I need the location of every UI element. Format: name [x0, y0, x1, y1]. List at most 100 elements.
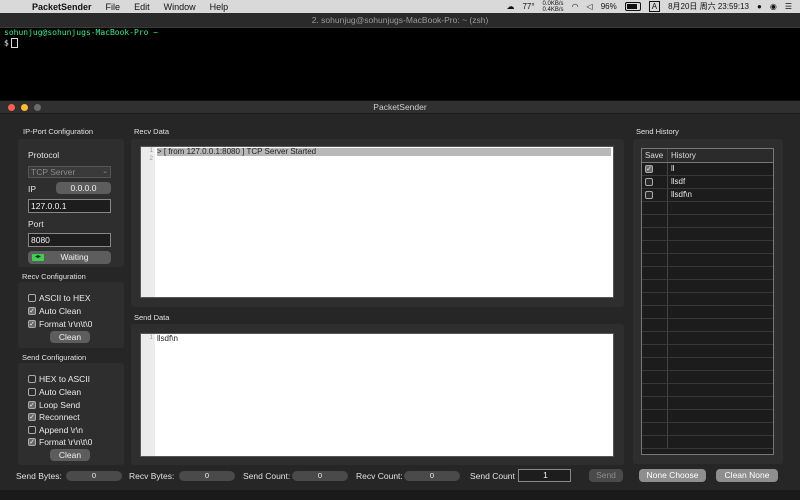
waiting-status-button[interactable]: ◂▸ Waiting	[28, 251, 111, 264]
table-row[interactable]: ✓ ll	[642, 163, 773, 176]
recv-bytes-label: Recv Bytes:	[129, 471, 175, 481]
recv-data-line: > [ from 127.0.0.1:8080 ] TCP Server Sta…	[157, 148, 611, 156]
protocol-select[interactable]: TCP Server ⌄	[28, 166, 111, 178]
notification-center-icon[interactable]: ☰	[785, 2, 792, 11]
battery-icon[interactable]	[624, 2, 641, 11]
ascii-to-hex-checkbox[interactable]: ASCII to HEX	[28, 293, 91, 303]
desktop-strip	[0, 490, 800, 500]
send-history-table[interactable]: Save History ✓ ll llsdf llsdf\n	[641, 148, 774, 455]
window-titlebar[interactable]: PacketSender	[0, 101, 800, 114]
empty-row	[642, 423, 773, 436]
weather-icon[interactable]: ☁	[506, 2, 514, 11]
volume-icon[interactable]: ◁	[587, 2, 593, 11]
checkbox-indicator	[28, 294, 36, 302]
recv-bytes-counter: 0	[179, 471, 235, 481]
empty-row	[642, 293, 773, 306]
port-label: Port	[28, 219, 44, 229]
hex-to-ascii-checkbox[interactable]: HEX to ASCII	[28, 374, 90, 384]
ip-select-button[interactable]: 0.0.0.0	[56, 182, 111, 194]
history-text: llsdf\n	[671, 190, 692, 199]
loop-count-input[interactable]: 1	[518, 469, 571, 482]
clock[interactable]: 8月20日 周六 23:59:13	[668, 1, 749, 12]
empty-row	[642, 345, 773, 358]
recv-count-label: Recv Count:	[356, 471, 403, 481]
recv-auto-clean-checkbox[interactable]: ✓ Auto Clean	[28, 306, 81, 316]
menu-app-name[interactable]: PacketSender	[32, 2, 92, 12]
menu-edit[interactable]: Edit	[134, 2, 150, 12]
recv-count-counter: 0	[404, 471, 460, 481]
check-icon: ✓	[28, 307, 36, 315]
empty-row	[642, 319, 773, 332]
table-row[interactable]: llsdf	[642, 176, 773, 189]
network-speed[interactable]: 0.0KB/s 0.4KB/s	[543, 1, 564, 13]
check-icon: ✓	[28, 438, 36, 446]
send-count-label: Send Count:	[243, 471, 291, 481]
checkbox-indicator	[28, 388, 36, 396]
input-method-indicator[interactable]: A	[648, 1, 661, 12]
send-data-text: llsdf\n	[157, 335, 611, 343]
recv-data-text: > [ from 127.0.0.1:8080 ] TCP Server Sta…	[157, 148, 611, 164]
line-number-gutter: 1	[141, 334, 155, 456]
send-config-section-title: Send Configuration	[22, 353, 87, 362]
terminal-input-line[interactable]: $	[0, 38, 800, 49]
history-text: llsdf	[671, 177, 686, 186]
send-data-line: llsdf\n	[157, 334, 178, 343]
menu-help[interactable]: Help	[210, 2, 229, 12]
loop-count-label: Send Count	[470, 471, 515, 481]
column-header-save[interactable]: Save	[642, 149, 668, 162]
recv-format-checkbox[interactable]: ✓ Format \r\n\t\0	[28, 319, 92, 329]
port-input[interactable]: 8080	[28, 233, 111, 247]
menu-bar: PacketSender File Edit Window Help ☁ 77°…	[0, 0, 800, 13]
loop-send-checkbox[interactable]: ✓ Loop Send	[28, 400, 80, 410]
menu-window[interactable]: Window	[164, 2, 196, 12]
empty-row	[642, 228, 773, 241]
send-data-section-title: Send Data	[134, 313, 170, 322]
siri-icon[interactable]: ◉	[770, 2, 777, 11]
column-header-history[interactable]: History	[668, 149, 696, 162]
empty-row	[642, 358, 773, 371]
protocol-label: Protocol	[28, 150, 60, 160]
empty-row	[642, 332, 773, 345]
checkbox-indicator	[28, 375, 36, 383]
terminal-prompt-line: sohunjug@sohunjugs-MacBook-Pro ~	[4, 28, 159, 37]
reconnect-checkbox[interactable]: ✓ Reconnect	[28, 412, 80, 422]
send-clean-button[interactable]: Clean	[50, 449, 90, 461]
ip-label: IP	[28, 184, 37, 194]
menu-file[interactable]: File	[106, 2, 121, 12]
send-auto-clean-checkbox[interactable]: Auto Clean	[28, 387, 81, 397]
send-format-checkbox[interactable]: ✓ Format \r\n\t\0	[28, 437, 92, 447]
empty-row	[642, 306, 773, 319]
check-icon: ✓	[28, 413, 36, 421]
terminal-cursor	[10, 38, 18, 48]
line-number-gutter: 1 2	[141, 147, 155, 297]
empty-row	[642, 436, 773, 449]
table-header: Save History	[642, 149, 773, 163]
notification-icon[interactable]: ●	[757, 2, 762, 11]
empty-row	[642, 267, 773, 280]
recv-clean-button[interactable]: Clean	[50, 331, 90, 343]
none-choose-button[interactable]: None Choose	[639, 469, 706, 482]
append-crlf-checkbox[interactable]: Append \r\n	[28, 425, 83, 435]
recv-data-editor[interactable]: 1 2 > [ from 127.0.0.1:8080 ] TCP Server…	[140, 146, 614, 298]
recv-config-section-title: Recv Configuration	[22, 272, 86, 281]
recv-data-section-title: Recv Data	[134, 127, 170, 136]
send-history-section-title: Send History	[636, 127, 679, 136]
empty-row	[642, 280, 773, 293]
ip-input[interactable]: 127.0.0.1	[28, 199, 111, 213]
history-text: ll	[671, 164, 675, 173]
ip-port-section-title: IP-Port Configuration	[23, 127, 94, 136]
send-bytes-counter: 0	[66, 471, 122, 481]
clean-none-button[interactable]: Clean None	[716, 469, 778, 482]
checkbox-indicator[interactable]	[645, 191, 653, 199]
check-icon: ✓	[28, 320, 36, 328]
check-icon[interactable]: ✓	[645, 165, 653, 173]
table-row[interactable]: llsdf\n	[642, 189, 773, 202]
wifi-icon[interactable]: ◠	[572, 2, 579, 11]
checkbox-indicator[interactable]	[645, 178, 653, 186]
terminal-window[interactable]: 2. sohunjug@sohunjugs-MacBook-Pro: ~ (zs…	[0, 13, 800, 100]
window-title: PacketSender	[373, 102, 427, 112]
send-button[interactable]: Send	[589, 469, 623, 482]
empty-row	[642, 241, 773, 254]
empty-row	[642, 384, 773, 397]
send-data-editor[interactable]: 1 llsdf\n	[140, 333, 614, 457]
